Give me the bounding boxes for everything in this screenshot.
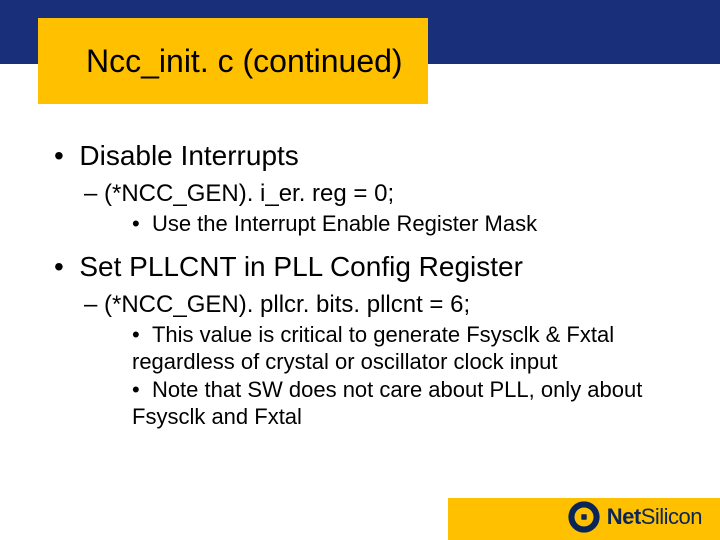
bullet-level3: • This value is critical to generate Fsy… bbox=[132, 322, 666, 375]
bullet-level3: • Note that SW does not care about PLL, … bbox=[132, 377, 666, 430]
bullet-text: Note that SW does not care about PLL, on… bbox=[132, 377, 642, 428]
bullet-text: Disable Interrupts bbox=[79, 140, 298, 171]
content-area: • Disable Interrupts – (*NCC_GEN). i_er.… bbox=[54, 138, 666, 432]
bullet-level3: • Use the Interrupt Enable Register Mask bbox=[132, 211, 666, 237]
bullet-text: (*NCC_GEN). pllcr. bits. pllcnt = 6; bbox=[104, 291, 470, 318]
bullet-text: Use the Interrupt Enable Register Mask bbox=[152, 211, 537, 236]
bullet-level2: – (*NCC_GEN). i_er. reg = 0; bbox=[84, 179, 666, 209]
bullet-text: This value is critical to generate Fsysc… bbox=[132, 322, 614, 373]
bullet-level1: • Set PLLCNT in PLL Config Register bbox=[54, 249, 666, 284]
bullet-level2: – (*NCC_GEN). pllcr. bits. pllcnt = 6; bbox=[84, 290, 666, 320]
brand-logo: NetSilicon bbox=[567, 500, 702, 534]
brand-name: NetSilicon bbox=[607, 504, 702, 530]
bullet-level1: • Disable Interrupts bbox=[54, 138, 666, 173]
bullet-text: Set PLLCNT in PLL Config Register bbox=[79, 251, 523, 282]
brand-logo-icon bbox=[567, 500, 601, 534]
slide-title: Ncc_init. c (continued) bbox=[86, 43, 403, 80]
bullet-text: (*NCC_GEN). i_er. reg = 0; bbox=[104, 180, 394, 207]
brand-bold: Net bbox=[607, 504, 641, 529]
title-box: Ncc_init. c (continued) bbox=[38, 18, 428, 104]
brand-rest: Silicon bbox=[641, 504, 702, 529]
